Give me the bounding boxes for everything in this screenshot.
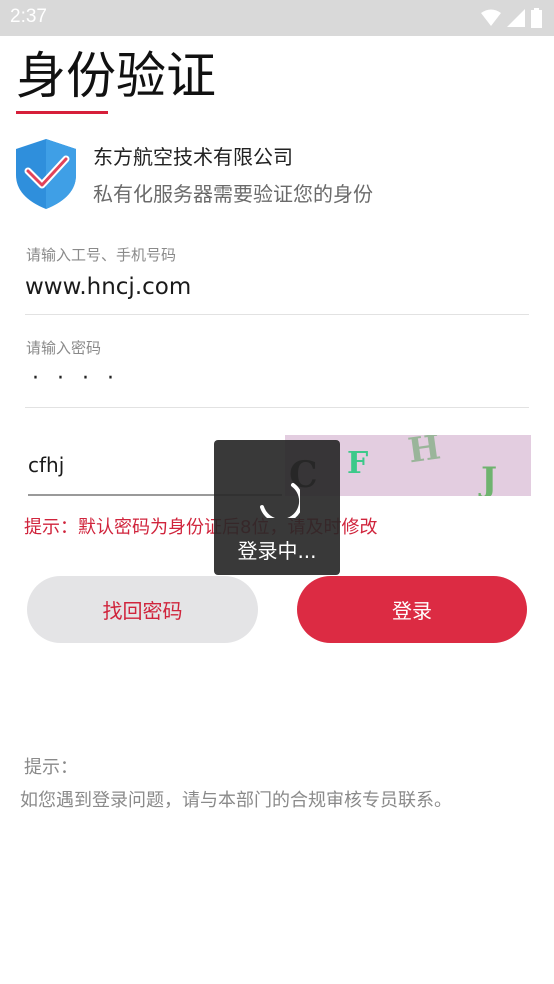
company-name: 东方航空技术有限公司 [93,145,293,169]
status-bar: 2:37 [0,0,554,36]
captcha-input[interactable]: cfhj [28,453,64,477]
account-input[interactable]: www.hncj.com [25,274,191,300]
status-icons [481,8,542,28]
status-time: 2:37 [10,6,47,27]
loading-spinner-icon [260,483,300,518]
captcha-char-4: J [478,460,497,496]
title-underline [16,111,108,114]
note-body: 如您遇到登录问题，请与本部门的合规审核专员联系。 [20,790,452,811]
loading-toast: 登录中... [214,440,340,575]
captcha-char-2: F [347,446,368,481]
company-description: 私有化服务器需要验证您的身份 [93,182,373,206]
login-page: 2:37 身份验证 东方航空技术有限公司 私有化服务器需要验证您的身份 请输入工… [0,0,554,984]
signal-icon [507,9,525,27]
loading-text: 登录中... [237,539,317,563]
account-divider [25,314,529,315]
note-title: 提示： [24,757,78,778]
password-input[interactable]: ···· [32,366,132,391]
password-label: 请输入密码 [26,339,102,357]
shield-check-icon [16,139,76,209]
account-label: 请输入工号、手机号码 [26,246,177,264]
captcha-char-3: H [406,435,443,471]
wifi-icon [481,9,501,26]
forgot-password-button[interactable]: 找回密码 [27,576,258,643]
password-divider [25,407,529,408]
page-title: 身份验证 [16,47,216,105]
battery-icon [531,8,542,28]
login-button[interactable]: 登录 [297,576,527,643]
